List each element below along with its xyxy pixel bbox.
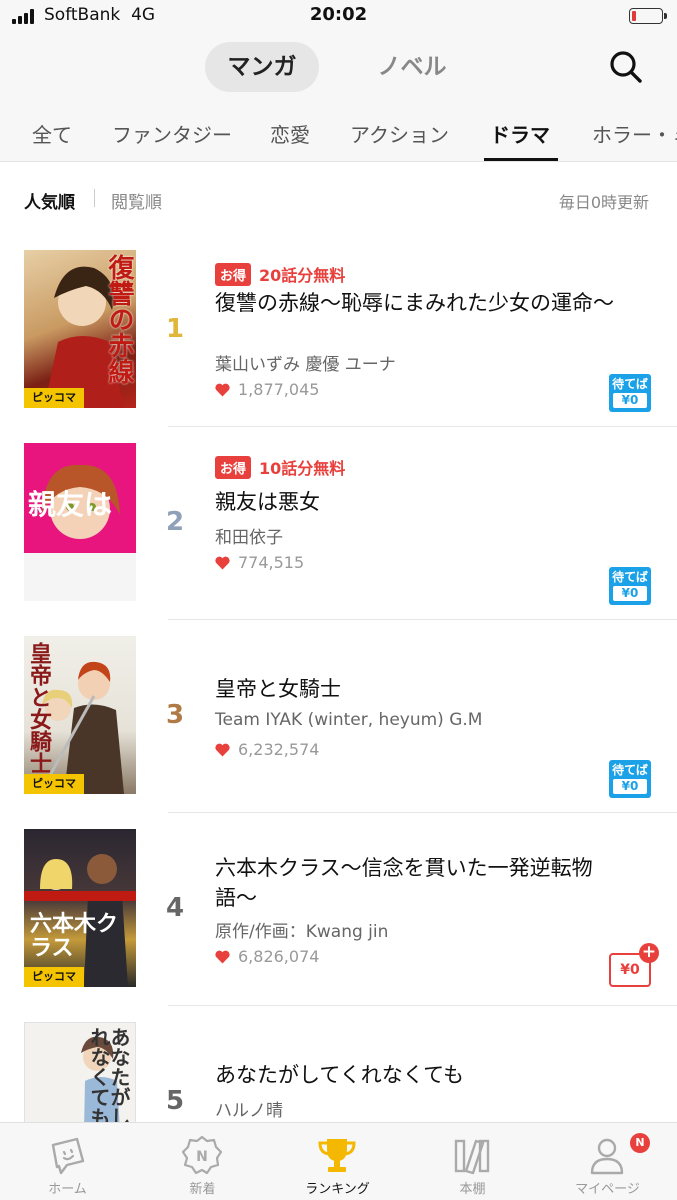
trophy-icon	[318, 1139, 356, 1172]
ranking-item[interactable]: 復讐の赤線 ピッコマ 1 お得 20話分無料 復讐の赤線〜恥辱にまみれた少女の運…	[0, 234, 677, 427]
genre-tab-all[interactable]: 全て	[32, 119, 72, 148]
publisher-logo: ピッコマ	[24, 388, 84, 408]
heart-icon	[215, 556, 230, 569]
series-title[interactable]: 復讐の赤線〜恥辱にまみれた少女の運命〜	[215, 288, 615, 318]
genre-tabs: 全て ファンタジー 恋愛 アクション ドラマ ホラー・ミ	[0, 102, 677, 162]
sort-divider	[94, 189, 95, 207]
publisher-logo: ピッコマ	[24, 967, 84, 987]
series-title[interactable]: あなたがしてくれなくても	[215, 1060, 615, 1090]
cover-title: 親友は悪女	[28, 488, 113, 521]
nav-new[interactable]: N 新着	[135, 1123, 270, 1200]
publisher-logo: ピッコマ	[24, 774, 84, 794]
genre-tab-horror[interactable]: ホラー・ミ	[592, 119, 677, 148]
rank-number: 2	[165, 507, 185, 537]
active-tab-indicator	[484, 158, 558, 161]
genre-tab-romance[interactable]: 恋愛	[270, 119, 310, 148]
nav-mypage[interactable]: N マイページ	[540, 1123, 675, 1200]
ranking-item[interactable]: 皇帝と女騎士 ピッコマ 3 皇帝と女騎士 Team IYAK (winter, …	[0, 620, 677, 813]
sort-row: 人気順 閲覧順 毎日0時更新	[0, 162, 677, 234]
cover-image[interactable]: 六本木クラス ピッコマ	[24, 829, 136, 987]
free-coin-badge: ¥0 +	[609, 943, 659, 987]
promo: お得 20話分無料	[215, 262, 345, 286]
ranking-item[interactable]: 親友は悪女 2 お得 10話分無料 親友は悪女 和田依子 774,515 待てば…	[0, 427, 677, 620]
likes: 6,232,574	[215, 740, 319, 759]
cover-image[interactable]: 親友は悪女	[24, 443, 136, 601]
author: 葉山いずみ 慶優 ユーナ	[215, 355, 396, 375]
heart-icon	[215, 743, 230, 756]
like-count: 1,877,045	[238, 380, 320, 399]
promo-badge: お得	[215, 455, 252, 479]
heart-icon	[215, 383, 230, 396]
sort-views[interactable]: 閲覧順	[111, 188, 162, 213]
update-note: 毎日0時更新	[558, 193, 649, 212]
cover-title: 六本木クラス	[30, 912, 119, 961]
header: マンガ ノベル	[0, 32, 677, 102]
nav-ranking[interactable]: ランキング	[270, 1123, 405, 1200]
author: ハルノ晴	[215, 1101, 283, 1121]
home-icon	[51, 1137, 85, 1175]
likes: 6,826,074	[215, 947, 319, 966]
tab-manga[interactable]: マンガ	[205, 42, 319, 92]
clock: 20:02	[309, 4, 368, 25]
user-icon	[590, 1138, 624, 1175]
author: 和田依子	[215, 528, 283, 548]
ranking-item[interactable]: 六本木クラス ピッコマ 4 六本木クラス〜信念を貫いた一発逆転物語〜 原作/作画…	[0, 813, 677, 1006]
nav-bookshelf[interactable]: 本棚	[405, 1123, 540, 1200]
status-bar: SoftBank 4G 20:02	[0, 0, 677, 32]
battery-icon	[629, 8, 667, 24]
author: 原作/作画：Kwang jin	[215, 922, 389, 942]
promo-text: 20話分無料	[259, 266, 346, 285]
plus-icon: +	[639, 943, 659, 963]
likes: 1,877,045	[215, 380, 319, 399]
author: Team IYAK (winter, heyum) G.M	[215, 710, 483, 730]
like-count: 6,826,074	[238, 947, 320, 966]
promo-badge: お得	[215, 262, 252, 286]
rank-number: 5	[165, 1086, 185, 1116]
bookshelf-icon	[454, 1139, 490, 1175]
series-title[interactable]: 六本木クラス〜信念を貫いた一発逆転物語〜	[215, 853, 615, 913]
genre-tab-drama[interactable]: ドラマ	[490, 119, 550, 148]
series-title[interactable]: 親友は悪女	[215, 487, 615, 517]
series-title[interactable]: 皇帝と女騎士	[215, 674, 615, 704]
bottom-nav: ホーム N 新着 ランキング 本棚 N マイページ	[0, 1122, 677, 1200]
likes: 774,515	[215, 553, 304, 572]
heart-icon	[215, 950, 230, 963]
rank-number: 4	[165, 893, 185, 923]
cover-image[interactable]: 皇帝と女騎士 ピッコマ	[24, 636, 136, 794]
like-count: 6,232,574	[238, 740, 320, 759]
cover-title: 復讐の赤線	[104, 254, 134, 384]
promo-text: 10話分無料	[259, 459, 346, 478]
cover-title: 皇帝と女騎士	[26, 642, 52, 774]
wait-free-badge: 待てば ¥0	[609, 374, 651, 412]
wait-free-badge: 待てば ¥0	[609, 760, 651, 798]
wait-free-badge: 待てば ¥0	[609, 567, 651, 605]
rank-number: 1	[165, 314, 185, 344]
nav-home[interactable]: ホーム	[0, 1123, 135, 1200]
search-icon[interactable]	[609, 50, 643, 84]
like-count: 774,515	[238, 553, 305, 572]
notification-badge: N	[630, 1133, 650, 1153]
tab-novel[interactable]: ノベル	[355, 42, 469, 92]
new-icon: N	[182, 1135, 222, 1175]
promo: お得 10話分無料	[215, 455, 345, 479]
sort-popular[interactable]: 人気順	[24, 188, 75, 213]
cover-image[interactable]: 復讐の赤線 ピッコマ	[24, 250, 136, 408]
genre-tab-action[interactable]: アクション	[350, 119, 449, 148]
rank-number: 3	[165, 700, 185, 730]
genre-tab-fantasy[interactable]: ファンタジー	[112, 119, 232, 148]
svg-text:N: N	[196, 1149, 208, 1165]
